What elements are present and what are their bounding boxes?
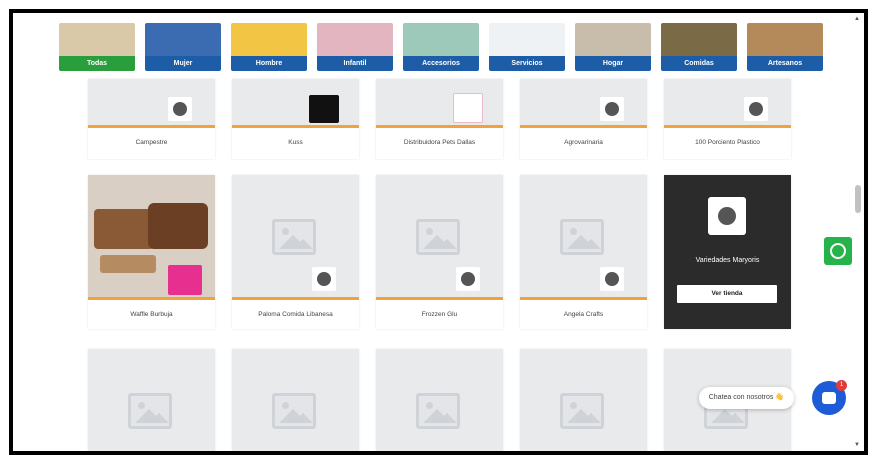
category-label: Todas bbox=[59, 56, 135, 71]
store-name: Variedades Maryoris bbox=[695, 257, 760, 264]
notification-badge: 1 bbox=[836, 380, 847, 391]
store-logo bbox=[168, 97, 192, 121]
store-image bbox=[664, 79, 791, 125]
category-image bbox=[145, 23, 221, 57]
store-logo bbox=[708, 197, 746, 235]
category-label: Infantil bbox=[317, 56, 393, 71]
browser-frame: Todas Mujer Hombre Infantil Accesorios S… bbox=[9, 9, 868, 455]
chat-prompt[interactable]: Chatea con nosotros 👋 bbox=[698, 387, 794, 409]
category-image bbox=[575, 23, 651, 57]
category-hogar[interactable]: Hogar bbox=[575, 23, 651, 71]
image-placeholder-icon bbox=[560, 393, 604, 429]
category-image bbox=[59, 23, 135, 57]
category-image bbox=[317, 23, 393, 57]
accent-bar bbox=[520, 125, 647, 128]
store-card[interactable]: Waffle Burbuja bbox=[88, 175, 215, 329]
category-todas[interactable]: Todas bbox=[59, 23, 135, 71]
store-name: Angela Crafts bbox=[563, 311, 604, 318]
category-label: Comidas bbox=[661, 56, 737, 71]
scroll-up-arrow-icon[interactable]: ▲ bbox=[854, 16, 860, 22]
scroll-thumb[interactable] bbox=[855, 185, 861, 213]
image-placeholder-icon bbox=[128, 393, 172, 429]
accent-bar bbox=[88, 125, 215, 128]
image-placeholder-icon bbox=[416, 393, 460, 429]
category-image bbox=[489, 23, 565, 57]
category-label: Artesanos bbox=[747, 56, 823, 71]
accent-bar bbox=[232, 125, 359, 128]
category-label: Mujer bbox=[145, 56, 221, 71]
image-placeholder-icon bbox=[416, 219, 460, 255]
store-card[interactable]: Kuss bbox=[232, 79, 359, 159]
category-image bbox=[747, 23, 823, 57]
store-card[interactable] bbox=[232, 349, 359, 451]
accent-bar bbox=[520, 297, 647, 300]
store-name: Frozzen Glu bbox=[421, 311, 458, 318]
accent-bar bbox=[664, 125, 791, 128]
chat-bubble-icon bbox=[822, 392, 836, 404]
accent-bar bbox=[376, 125, 503, 128]
store-logo bbox=[309, 95, 339, 123]
category-artesanos[interactable]: Artesanos bbox=[747, 23, 823, 71]
category-nav: Todas Mujer Hombre Infantil Accesorios S… bbox=[59, 23, 823, 75]
store-logo bbox=[744, 97, 768, 121]
accent-bar bbox=[232, 297, 359, 300]
store-name: Agrovarinaria bbox=[564, 139, 603, 146]
accent-bar bbox=[376, 297, 503, 300]
store-name: Paloma Comida Libanesa bbox=[258, 311, 333, 318]
category-accesorios[interactable]: Accesorios bbox=[403, 23, 479, 71]
category-image bbox=[403, 23, 479, 57]
image-placeholder-icon bbox=[560, 219, 604, 255]
category-label: Hombre bbox=[231, 56, 307, 71]
store-image bbox=[520, 79, 647, 125]
store-name: Kuss bbox=[288, 139, 303, 146]
store-logo bbox=[168, 265, 202, 295]
scroll-down-arrow-icon[interactable]: ▼ bbox=[854, 442, 860, 448]
store-name: 100 Porciento Plastico bbox=[695, 139, 760, 146]
category-label: Hogar bbox=[575, 56, 651, 71]
image-placeholder-icon bbox=[272, 393, 316, 429]
category-servicios[interactable]: Servicios bbox=[489, 23, 565, 71]
whatsapp-button[interactable] bbox=[824, 237, 852, 265]
whatsapp-icon bbox=[830, 243, 846, 259]
category-hombre[interactable]: Hombre bbox=[231, 23, 307, 71]
store-logo bbox=[600, 267, 624, 291]
category-infantil[interactable]: Infantil bbox=[317, 23, 393, 71]
store-card[interactable]: Agrovarinaria bbox=[520, 79, 647, 159]
image-placeholder-icon bbox=[272, 219, 316, 255]
store-logo bbox=[456, 267, 480, 291]
category-label: Servicios bbox=[489, 56, 565, 71]
chat-button[interactable]: 1 bbox=[812, 380, 847, 415]
scrollbar[interactable]: ▲ ▼ bbox=[854, 13, 862, 451]
store-card[interactable]: Campestre bbox=[88, 79, 215, 159]
store-logo bbox=[312, 267, 336, 291]
category-label: Accesorios bbox=[403, 56, 479, 71]
store-image bbox=[88, 79, 215, 125]
store-card-featured[interactable]: Variedades Maryoris Ver tienda bbox=[664, 175, 791, 329]
category-mujer[interactable]: Mujer bbox=[145, 23, 221, 71]
accent-bar bbox=[88, 297, 215, 300]
store-card[interactable] bbox=[376, 349, 503, 451]
store-card[interactable]: Frozzen Glu bbox=[376, 175, 503, 329]
store-card[interactable]: 100 Porciento Plastico bbox=[664, 79, 791, 159]
category-image bbox=[231, 23, 307, 57]
store-card[interactable]: Angela Crafts bbox=[520, 175, 647, 329]
store-image bbox=[376, 79, 503, 125]
store-logo bbox=[453, 93, 483, 123]
store-image bbox=[232, 79, 359, 125]
store-card[interactable]: Distribuidora Pets Dallas bbox=[376, 79, 503, 159]
category-image bbox=[661, 23, 737, 57]
store-name: Waffle Burbuja bbox=[130, 311, 173, 318]
store-logo bbox=[600, 97, 624, 121]
store-name: Campestre bbox=[135, 139, 168, 146]
store-card[interactable] bbox=[520, 349, 647, 451]
store-card[interactable] bbox=[88, 349, 215, 451]
category-comidas[interactable]: Comidas bbox=[661, 23, 737, 71]
store-card[interactable]: Paloma Comida Libanesa bbox=[232, 175, 359, 329]
store-name: Distribuidora Pets Dallas bbox=[403, 139, 476, 146]
view-store-button[interactable]: Ver tienda bbox=[677, 285, 777, 303]
